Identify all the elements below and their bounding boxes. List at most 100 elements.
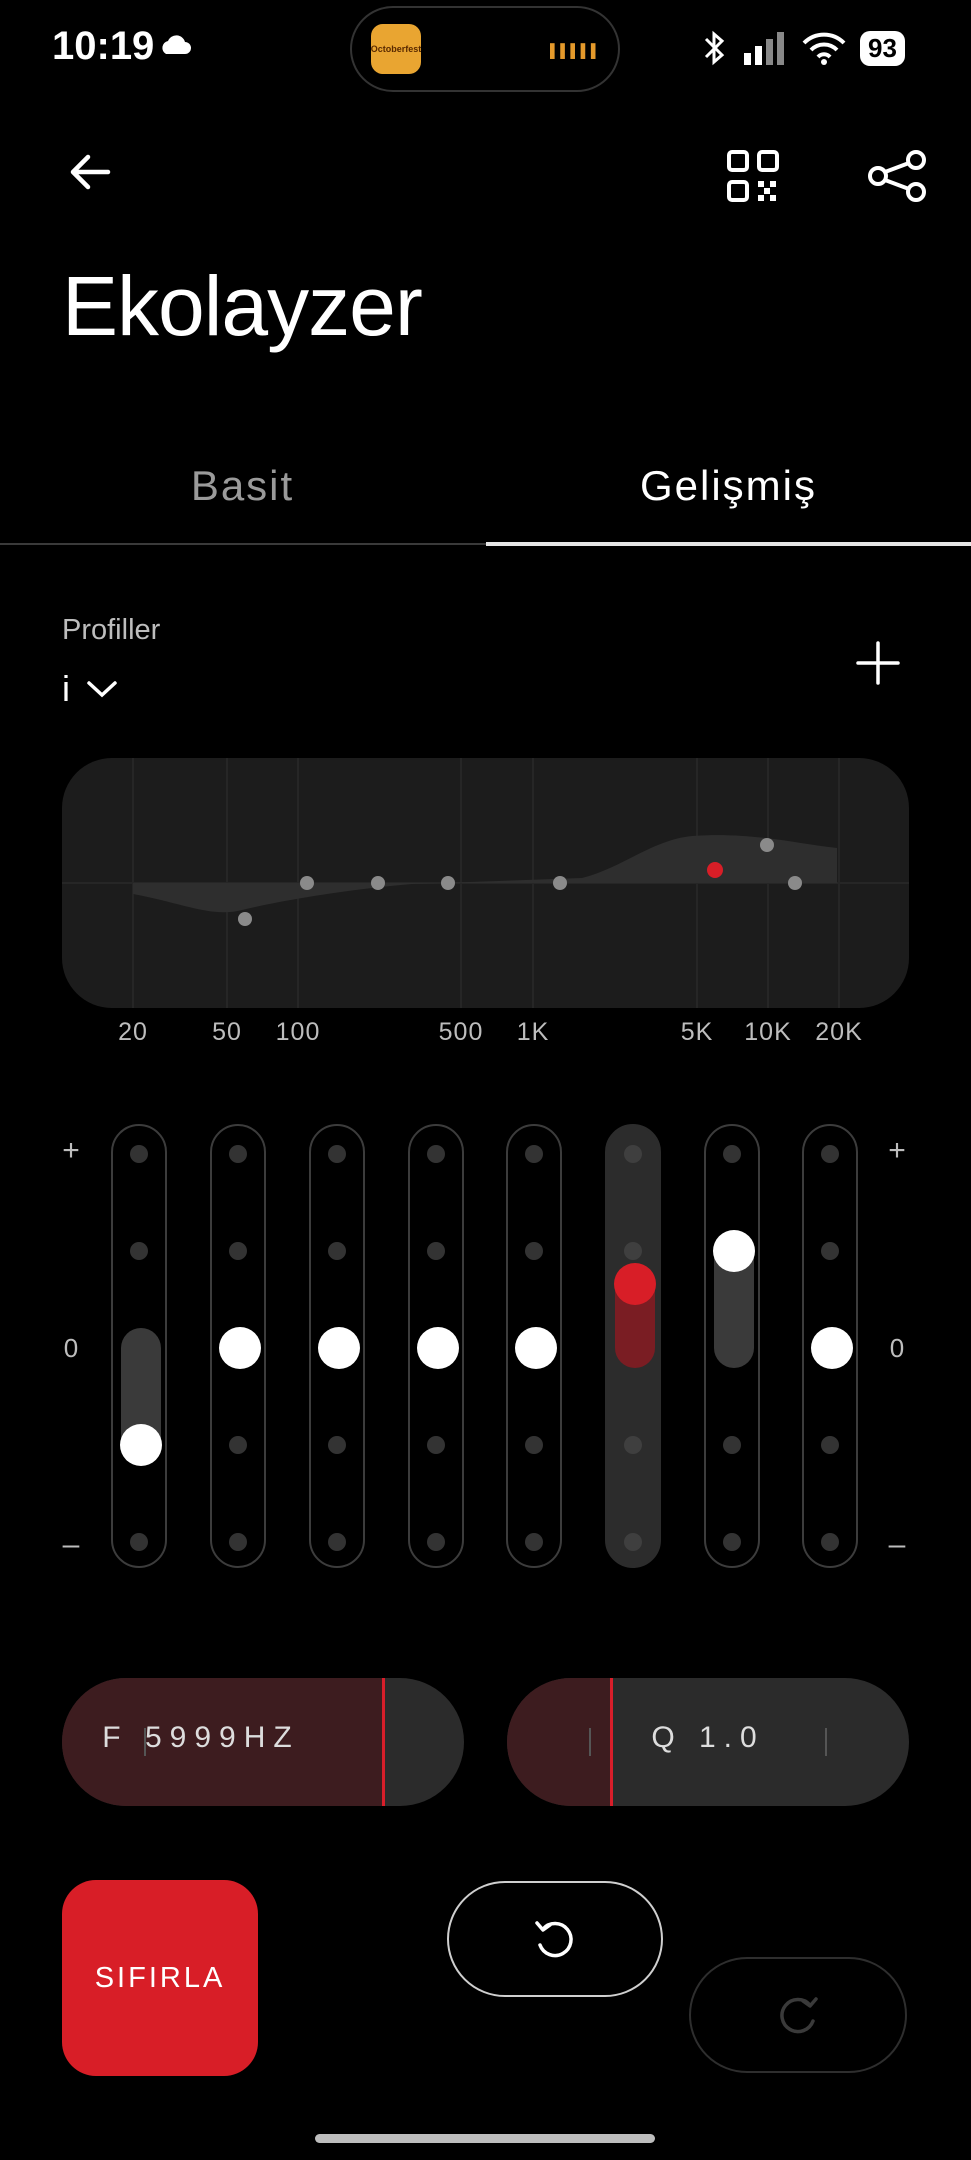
slider-step-dot — [328, 1436, 346, 1454]
slider-step-dot — [821, 1242, 839, 1260]
gain-plus-label: + — [888, 1134, 906, 1167]
island-app-label: Octoberfest — [371, 44, 421, 54]
gain-zero-label: 0 — [889, 1333, 905, 1363]
graph-node — [788, 876, 802, 890]
freq-label: 10K — [744, 1018, 792, 1046]
page-title: Ekolayzer — [62, 259, 423, 353]
eq-curve-svg — [62, 758, 909, 1008]
slider-step-dot — [525, 1533, 543, 1551]
eq-band-slider[interactable] — [605, 1124, 661, 1568]
slider-step-dot — [229, 1436, 247, 1454]
slider-step-dot — [624, 1145, 642, 1163]
slider-knob[interactable] — [120, 1424, 162, 1466]
reset-button[interactable]: SIFIRLA — [62, 1880, 258, 2076]
graph-node-active — [707, 862, 723, 878]
audio-wave-icon: ▌▌▌▌▌ — [550, 43, 602, 58]
slider-knob[interactable] — [417, 1327, 459, 1369]
slider-step-dot — [229, 1533, 247, 1551]
chevron-down-icon — [87, 681, 117, 698]
profile-selected: i — [62, 668, 70, 709]
tab-advanced[interactable]: Gelişmiş — [486, 462, 971, 510]
slider-step-dot — [427, 1145, 445, 1163]
slider-step-dot — [624, 1436, 642, 1454]
home-indicator[interactable] — [315, 2134, 655, 2143]
eq-band-slider[interactable] — [210, 1124, 266, 1568]
gain-minus-label: – — [888, 1528, 906, 1561]
gain-plus-label: + — [62, 1134, 80, 1167]
graph-node — [300, 876, 314, 890]
freq-label: 1K — [516, 1018, 550, 1046]
eq-band-slider[interactable] — [506, 1124, 562, 1568]
q-value: Q 1.0 — [651, 1721, 765, 1754]
undo-icon — [535, 1921, 573, 1958]
slider-step-dot — [328, 1145, 346, 1163]
frequency-value: F 5999HZ — [102, 1721, 300, 1754]
island-app-icon[interactable]: Octoberfest — [371, 24, 421, 74]
slider-knob[interactable] — [219, 1327, 261, 1369]
slider-step-dot — [624, 1533, 642, 1551]
graph-node — [441, 876, 455, 890]
slider-step-dot — [723, 1436, 741, 1454]
redo-button[interactable] — [689, 1957, 907, 2073]
slider-knob[interactable] — [318, 1327, 360, 1369]
status-icons: 93 — [700, 24, 905, 72]
slider-step-dot — [723, 1145, 741, 1163]
eq-band-slider[interactable] — [704, 1124, 760, 1568]
gain-zero-label: 0 — [63, 1333, 79, 1363]
slider-knob[interactable] — [811, 1327, 853, 1369]
freq-label: 50 — [212, 1018, 242, 1046]
slider-step-dot — [525, 1145, 543, 1163]
freq-label: 20 — [118, 1018, 148, 1046]
eq-band-slider[interactable] — [111, 1124, 167, 1568]
graph-node — [553, 876, 567, 890]
graph-node — [760, 838, 774, 852]
cloud-icon — [162, 35, 191, 54]
profiles-label: Profiller — [62, 614, 161, 646]
gain-minus-label: – — [62, 1528, 80, 1561]
qr-code-icon[interactable] — [727, 150, 779, 202]
graph-node — [371, 876, 385, 890]
frequency-control[interactable]: F 5999HZ — [62, 1678, 464, 1806]
tab-basic[interactable]: Basit — [0, 462, 485, 510]
freq-label: 100 — [275, 1018, 321, 1046]
slider-step-dot — [427, 1533, 445, 1551]
arrow-left-icon[interactable] — [66, 148, 114, 196]
redo-icon — [780, 1997, 818, 2034]
freq-label: 5K — [680, 1018, 714, 1046]
slider-step-dot — [328, 1533, 346, 1551]
slider-step-dot — [130, 1242, 148, 1260]
slider-step-dot — [130, 1145, 148, 1163]
eq-band-slider[interactable] — [802, 1124, 858, 1568]
slider-knob[interactable] — [713, 1230, 755, 1272]
q-control[interactable]: Q 1.0 — [507, 1678, 909, 1806]
graph-node — [238, 912, 252, 926]
slider-step-dot — [525, 1436, 543, 1454]
profile-dropdown[interactable]: i — [62, 668, 118, 710]
freq-label: 20K — [815, 1018, 863, 1046]
slider-step-dot — [624, 1242, 642, 1260]
tab-active-indicator — [486, 542, 971, 546]
signal-icon — [744, 32, 784, 65]
share-icon[interactable] — [868, 150, 928, 202]
slider-step-dot — [229, 1145, 247, 1163]
slider-step-dot — [427, 1242, 445, 1260]
bluetooth-icon — [704, 30, 725, 66]
eq-curve-graph[interactable] — [62, 758, 909, 1008]
slider-knob[interactable] — [614, 1262, 656, 1305]
battery-indicator: 93 — [860, 30, 905, 66]
slider-step-dot — [328, 1242, 346, 1260]
plus-icon[interactable] — [855, 640, 901, 686]
slider-step-dot — [821, 1436, 839, 1454]
slider-knob[interactable] — [515, 1327, 557, 1369]
eq-band-slider[interactable] — [408, 1124, 464, 1568]
status-time: 10:19 — [52, 24, 155, 68]
slider-step-dot — [229, 1242, 247, 1260]
slider-step-dot — [821, 1145, 839, 1163]
eq-band-slider[interactable] — [309, 1124, 365, 1568]
slider-step-dot — [427, 1436, 445, 1454]
slider-step-dot — [723, 1533, 741, 1551]
undo-button[interactable] — [447, 1881, 663, 1997]
freq-label: 500 — [438, 1018, 484, 1046]
slider-step-dot — [130, 1533, 148, 1551]
wifi-icon — [802, 32, 846, 65]
